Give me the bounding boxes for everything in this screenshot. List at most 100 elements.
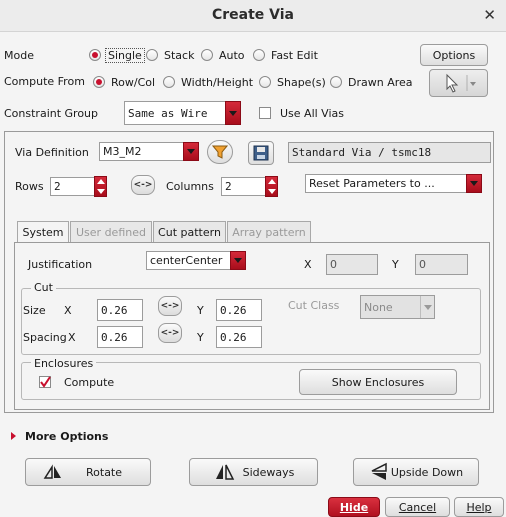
swap-spacing-button[interactable]: <-> xyxy=(158,323,182,343)
constraint-group-label: Constraint Group xyxy=(4,107,99,120)
cut-class-label: Cut Class xyxy=(288,299,340,312)
chevron-down-icon xyxy=(183,142,199,161)
columns-spinner[interactable] xyxy=(265,176,278,197)
columns-label: Columns xyxy=(166,180,214,193)
via-definition-value: M3_M2 xyxy=(103,145,142,158)
compute-radio-drawn-area[interactable] xyxy=(330,76,342,88)
compute-option-rowcol[interactable]: Row/Col xyxy=(111,76,155,89)
columns-input[interactable]: 2 xyxy=(221,177,266,196)
cut-size-x-input[interactable]: 0.26 xyxy=(97,299,143,321)
mode-option-stack[interactable]: Stack xyxy=(164,49,194,62)
rotate-icon xyxy=(43,464,61,479)
sideways-icon xyxy=(215,464,234,480)
filter-icon xyxy=(212,145,228,159)
close-icon[interactable]: ✕ xyxy=(483,6,496,24)
mode-radio-fast-edit[interactable] xyxy=(253,49,265,61)
rows-label: Rows xyxy=(15,180,44,193)
expand-arrow-icon[interactable] xyxy=(11,432,16,440)
cut-class-value: None xyxy=(364,300,393,314)
help-button[interactable]: Help xyxy=(454,497,504,517)
via-definition-select[interactable]: M3_M2 xyxy=(99,142,199,161)
chevron-down-icon xyxy=(420,296,434,318)
cut-spacing-x-input[interactable]: 0.26 xyxy=(97,326,143,348)
compute-radio-width-height[interactable] xyxy=(163,76,175,88)
upside-down-button[interactable]: Upside Down xyxy=(353,458,479,486)
mode-option-single[interactable]: Single xyxy=(105,48,145,63)
rows-spinner[interactable] xyxy=(94,176,107,197)
sideways-label: Sideways xyxy=(242,465,295,479)
cut-spacing-y-input[interactable]: 0.26 xyxy=(216,326,262,348)
tab-cut-pattern[interactable]: Cut pattern xyxy=(153,221,226,243)
justification-y-label: Y xyxy=(392,258,399,271)
rows-input[interactable]: 2 xyxy=(50,177,95,196)
justification-label: Justification xyxy=(28,258,93,271)
save-button[interactable] xyxy=(248,141,274,165)
select-shapes-button[interactable] xyxy=(429,69,488,97)
compute-radio-shapes[interactable] xyxy=(259,76,271,88)
cut-size-x-label: X xyxy=(64,304,72,317)
mode-radio-single[interactable] xyxy=(89,49,101,61)
cut-size-label: Size xyxy=(23,304,46,317)
justification-x-field: 0 xyxy=(326,254,378,275)
constraint-group-select[interactable]: Same as Wire xyxy=(124,101,241,125)
mode-radio-auto[interactable] xyxy=(201,49,213,61)
tab-system[interactable]: System xyxy=(17,221,69,243)
mode-label: Mode xyxy=(4,49,34,62)
compute-option-width-height[interactable]: Width/Height xyxy=(181,76,253,89)
justification-select[interactable]: centerCenter xyxy=(146,251,246,270)
cut-spacing-x-label: X xyxy=(68,331,76,344)
use-all-vias-label: Use All Vias xyxy=(280,107,344,120)
via-name-field: Standard Via / tsmc18 xyxy=(288,142,491,163)
enclosures-group-title: Enclosures xyxy=(31,357,97,370)
compute-option-drawn-area[interactable]: Drawn Area xyxy=(348,76,413,89)
cursor-icon xyxy=(446,73,476,93)
upside-down-icon xyxy=(371,462,387,480)
more-options-label[interactable]: More Options xyxy=(25,430,108,443)
cut-group-title: Cut xyxy=(31,281,56,294)
swap-rows-columns-button[interactable]: <-> xyxy=(131,175,155,195)
hide-button[interactable]: Hide xyxy=(328,497,380,517)
mode-option-fast-edit[interactable]: Fast Edit xyxy=(271,49,318,62)
window-title: Create Via xyxy=(211,7,295,23)
cancel-button[interactable]: Cancel xyxy=(385,497,450,517)
tab-array-pattern[interactable]: Array pattern xyxy=(227,221,311,243)
help-label: Help xyxy=(466,500,492,514)
show-enclosures-button[interactable]: Show Enclosures xyxy=(299,369,457,395)
hide-label: Hide xyxy=(339,500,369,514)
constraint-group-value: Same as Wire xyxy=(128,106,208,120)
cut-size-y-label: Y xyxy=(197,304,204,317)
cut-class-select: None xyxy=(360,295,435,319)
cut-size-y-input[interactable]: 0.26 xyxy=(216,299,262,321)
use-all-vias-checkbox[interactable] xyxy=(259,107,271,119)
compute-radio-rowcol[interactable] xyxy=(93,76,105,88)
rotate-button[interactable]: Rotate xyxy=(25,458,151,486)
chevron-down-icon xyxy=(225,101,241,125)
compute-enclosures-checkbox[interactable] xyxy=(39,376,51,388)
filter-button[interactable] xyxy=(207,140,233,164)
chevron-down-icon xyxy=(230,251,246,270)
cancel-label: Cancel xyxy=(398,500,437,514)
mode-option-auto[interactable]: Auto xyxy=(219,49,245,62)
compute-option-shapes[interactable]: Shape(s) xyxy=(277,76,326,89)
title-bar: Create Via ✕ xyxy=(0,0,506,32)
compute-enclosures-label: Compute xyxy=(64,376,115,389)
reset-parameters-select[interactable]: Reset Parameters to ... xyxy=(305,174,482,193)
cut-spacing-y-label: Y xyxy=(197,331,204,344)
justification-value: centerCenter xyxy=(150,254,223,267)
tab-user-defined[interactable]: User defined xyxy=(70,221,152,243)
check-icon xyxy=(40,376,51,388)
sideways-button[interactable]: Sideways xyxy=(189,458,318,486)
reset-parameters-value: Reset Parameters to ... xyxy=(309,177,435,190)
cut-spacing-label: Spacing xyxy=(23,331,67,344)
compute-from-label: Compute From xyxy=(4,75,85,88)
swap-size-button[interactable]: <-> xyxy=(158,296,182,316)
rotate-label: Rotate xyxy=(86,465,123,479)
justification-y-field: 0 xyxy=(415,254,468,275)
justification-x-label: X xyxy=(304,258,312,271)
chevron-down-icon xyxy=(466,174,482,193)
save-icon xyxy=(253,145,269,161)
upside-down-label: Upside Down xyxy=(390,465,464,479)
mode-radio-stack[interactable] xyxy=(146,49,158,61)
via-definition-label: Via Definition xyxy=(15,146,89,159)
options-button[interactable]: Options xyxy=(420,44,488,66)
